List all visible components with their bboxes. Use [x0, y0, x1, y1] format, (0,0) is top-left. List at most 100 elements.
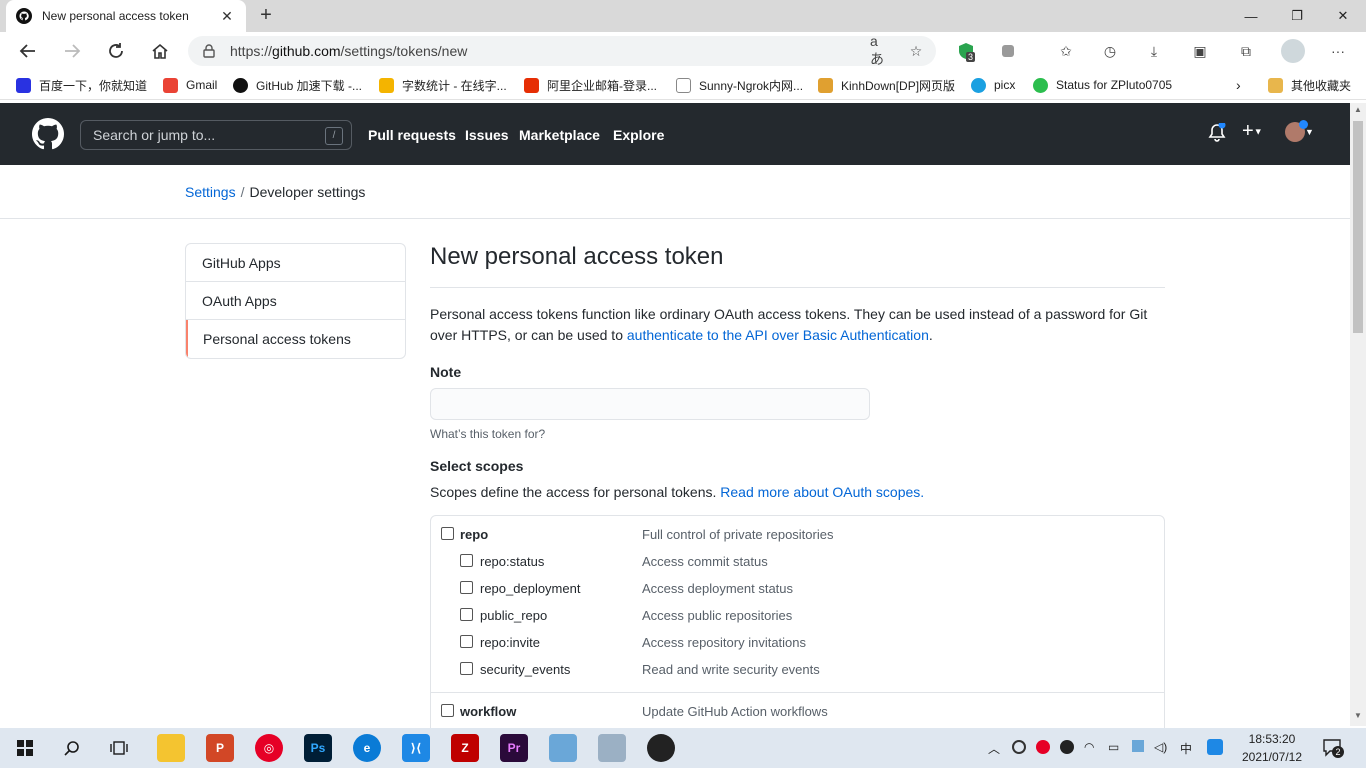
netease-music-icon[interactable]: ◎ [255, 734, 283, 762]
bookmark-ali-mail[interactable]: 阿里企业邮箱-登录... [524, 75, 657, 95]
bookmark-github-accel[interactable]: GitHub 加速下载 -... [233, 75, 362, 95]
tray-netease-icon[interactable] [1036, 740, 1050, 754]
tray-overflow-chevron-icon[interactable]: ︿ [988, 740, 1000, 757]
powerpoint-icon[interactable]: P [206, 734, 234, 762]
oauth-scopes-link[interactable]: Read more about OAuth scopes. [720, 484, 924, 500]
browser-tab[interactable]: New personal access token ✕ [6, 0, 246, 32]
scope-checkbox-repo-status[interactable] [460, 554, 473, 567]
user-avatar-dropdown[interactable]: ▼ [1285, 120, 1314, 142]
volume-icon[interactable]: ◁) [1154, 740, 1167, 754]
qq-icon[interactable] [647, 734, 675, 762]
nav-marketplace[interactable]: Marketplace [519, 127, 600, 143]
scope-checkbox-repo-invite[interactable] [460, 635, 473, 648]
github-logo-icon[interactable] [32, 118, 64, 150]
restore-button[interactable]: ❐ [1274, 0, 1320, 32]
bookmark-status[interactable]: Status for ZPluto0705 [1033, 75, 1172, 95]
nav-explore[interactable]: Explore [613, 127, 664, 143]
scope-row-repo-invite: repo:invite Access repository invitation… [431, 632, 1164, 659]
bookmark-other-favorites[interactable]: 其他收藏夹 [1268, 75, 1351, 95]
bookmark-baidu[interactable]: 百度一下，你就知道 [16, 75, 147, 95]
tray-color-icon[interactable] [1132, 740, 1144, 752]
scroll-down-arrow-icon[interactable]: ▼ [1350, 711, 1366, 725]
search-shortcut-badge: / [325, 127, 343, 145]
breadcrumb-settings-link[interactable]: Settings [185, 184, 236, 200]
tray-app-icon[interactable] [1012, 740, 1026, 754]
minimize-button[interactable]: — [1228, 0, 1274, 32]
note-hint: What’s this token for? [430, 427, 546, 441]
scope-checkbox-public-repo[interactable] [460, 608, 473, 621]
bookmark-picx[interactable]: picx [971, 75, 1015, 95]
bookmark-word-count[interactable]: 字数统计 - 在线字... [379, 75, 507, 95]
bookmark-sunny-ngrok[interactable]: Sunny-Ngrok内网... [676, 75, 803, 95]
search-icon[interactable] [58, 734, 86, 762]
extension-badge: 3 [966, 52, 976, 62]
scrollbar-thumb[interactable] [1353, 121, 1363, 333]
refresh-icon[interactable] [101, 37, 131, 65]
baidu-icon [16, 77, 31, 93]
bookmarks-overflow-chevron-icon[interactable]: › [1236, 75, 1241, 95]
web-capture-icon[interactable]: ▣ [1190, 41, 1210, 61]
wifi-icon[interactable]: ◠ [1084, 740, 1094, 754]
battery-icon[interactable]: ▭ [1108, 740, 1119, 754]
menu-item-github-apps[interactable]: GitHub Apps [186, 244, 405, 282]
scope-checkbox-security-events[interactable] [460, 662, 473, 675]
scope-description: Access repository invitations [642, 635, 807, 650]
address-bar[interactable]: https://github.com/settings/tokens/new [188, 36, 936, 66]
avatar-status-dot [1299, 120, 1308, 129]
tab-close-icon[interactable]: ✕ [218, 8, 236, 25]
vscode-icon[interactable]: ⟩⟨ [402, 734, 430, 762]
scope-group-repo: repo Full control of private repositorie… [431, 516, 1164, 693]
forward-icon[interactable] [57, 37, 87, 65]
kinhdown-icon [818, 77, 833, 93]
github-search-input[interactable]: Search or jump to... / [80, 120, 352, 150]
action-center-icon[interactable]: 2 [1322, 738, 1344, 761]
menu-item-oauth-apps[interactable]: OAuth Apps [186, 282, 405, 320]
shield-extension-icon[interactable]: 3 [956, 41, 976, 62]
new-tab-button[interactable]: + [254, 4, 278, 28]
file-explorer-icon[interactable] [157, 734, 185, 762]
scope-description: Read and write security events [642, 662, 820, 677]
windows-start-icon[interactable] [11, 734, 39, 762]
system-clock[interactable]: 18:53:20 2021/07/12 [1234, 730, 1310, 766]
note-input[interactable] [430, 388, 870, 420]
profile-avatar[interactable] [1281, 39, 1305, 63]
page-title: New personal access token [430, 243, 1165, 288]
ime-indicator[interactable]: 中 [1180, 740, 1192, 757]
scroll-up-arrow-icon[interactable]: ▲ [1350, 105, 1366, 119]
scope-name: workflow [460, 704, 517, 719]
edge-browser-icon[interactable]: e [353, 734, 381, 762]
nav-issues[interactable]: Issues [465, 127, 509, 143]
read-aloud-icon[interactable]: aあ [870, 33, 890, 67]
scope-checkbox-repo-deployment[interactable] [460, 581, 473, 594]
home-icon[interactable] [145, 37, 175, 65]
favorites-icon[interactable]: ✩ [1056, 41, 1076, 61]
filezilla-icon[interactable]: Z [451, 734, 479, 762]
back-icon[interactable] [13, 37, 43, 65]
scope-checkbox-workflow[interactable] [441, 704, 454, 717]
scope-checkbox-repo[interactable] [441, 527, 454, 540]
add-favorite-icon[interactable]: ☆ [906, 41, 926, 61]
tray-qq-icon[interactable] [1060, 740, 1074, 754]
basic-auth-link[interactable]: authenticate to the API over Basic Authe… [627, 327, 929, 343]
app-icon[interactable] [549, 734, 577, 762]
image-viewer-icon[interactable] [598, 734, 626, 762]
extension-icon[interactable] [998, 41, 1018, 61]
nav-pull-requests[interactable]: Pull requests [368, 127, 456, 143]
collections-icon[interactable]: ⧉ [1236, 41, 1256, 61]
create-new-dropdown-icon[interactable]: +▼ [1242, 120, 1263, 143]
tray-blue-app-icon[interactable] [1207, 739, 1223, 755]
task-view-icon[interactable] [105, 734, 133, 762]
scope-name: repo:invite [480, 635, 540, 650]
bookmark-kinhdown[interactable]: KinhDown[DP]网页版 [818, 75, 955, 95]
bookmark-gmail[interactable]: Gmail [163, 75, 217, 95]
more-options-icon[interactable]: ··· [1328, 41, 1348, 61]
windows-taskbar: P ◎ Ps e ⟩⟨ Z Pr ︿ ◠ ▭ ◁) 中 18:53:20 202… [0, 728, 1366, 768]
downloads-icon[interactable]: ⤓ [1144, 41, 1164, 61]
menu-item-personal-access-tokens[interactable]: Personal access tokens [186, 320, 405, 358]
photoshop-icon[interactable]: Ps [304, 734, 332, 762]
notifications-bell-icon[interactable] [1208, 121, 1226, 148]
window-close-button[interactable]: ✕ [1320, 0, 1366, 32]
premiere-icon[interactable]: Pr [500, 734, 528, 762]
page-scrollbar[interactable]: ▲ ▼ [1350, 103, 1366, 726]
history-icon[interactable]: ◷ [1100, 41, 1120, 61]
